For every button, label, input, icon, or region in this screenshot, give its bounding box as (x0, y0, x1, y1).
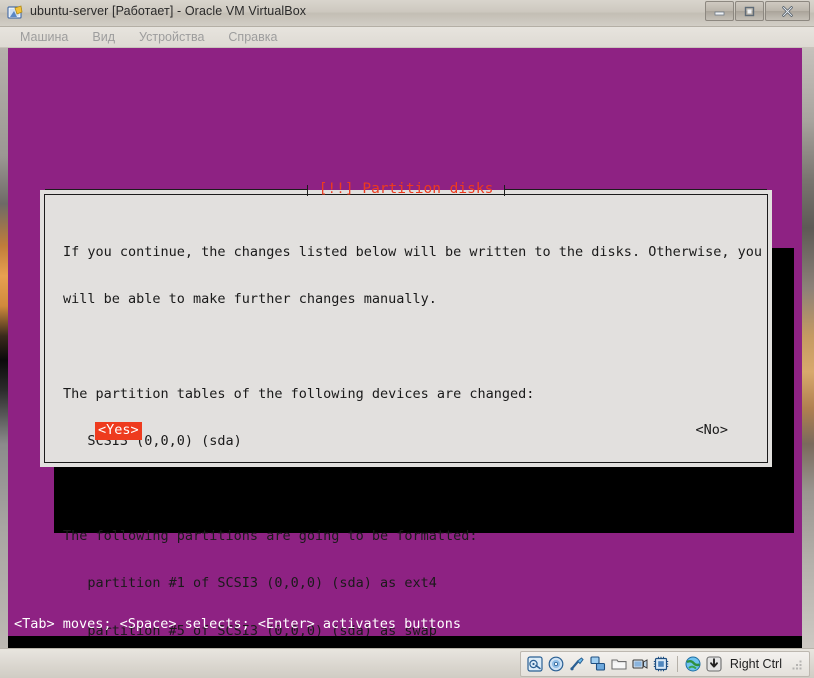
dialog-line: If you continue, the changes listed belo… (63, 243, 762, 260)
hard-disk-icon[interactable] (527, 656, 544, 673)
window-edge-right (802, 48, 814, 648)
dialog-button-row: <Yes> <No> (63, 422, 749, 440)
close-button[interactable] (765, 1, 810, 21)
dialog-inner-frame: [!!] Partition disks If you continue, th… (44, 182, 768, 639)
dialog-title: [!!] Partition disks (318, 180, 494, 197)
dialog-title-row: [!!] Partition disks (45, 180, 768, 197)
statusbar: Right Ctrl (0, 648, 814, 678)
menu-item-devices[interactable]: Устройства (127, 28, 216, 46)
partition-disks-dialog: [!!] Partition disks If you continue, th… (40, 182, 772, 639)
terminal-bottom-bar (8, 636, 802, 648)
menu-item-help[interactable]: Справка (216, 28, 289, 46)
dialog-blank-line (63, 339, 767, 355)
virtualbox-window: ubuntu-server [Работает] - Oracle VM Vir… (0, 0, 814, 678)
yes-button[interactable]: <Yes> (95, 422, 142, 440)
window-titlebar: ubuntu-server [Работает] - Oracle VM Vir… (0, 0, 814, 27)
statusbar-separator (676, 656, 678, 672)
window-controls (705, 1, 810, 21)
host-key-label: Right Ctrl (729, 657, 782, 671)
optical-disk-icon[interactable] (548, 656, 565, 673)
dialog-line: will be able to make further changes man… (63, 290, 437, 307)
window-edge-left (0, 48, 8, 648)
usb-icon[interactable] (569, 656, 586, 673)
dialog-line: partition #1 of SCSI3 (0,0,0) (sda) as e… (63, 575, 437, 592)
minimize-button[interactable] (705, 1, 734, 21)
cpu-icon[interactable] (653, 656, 670, 673)
display-icon[interactable] (632, 656, 649, 673)
dialog-line: The following partitions are going to be… (63, 527, 478, 544)
no-button[interactable]: <No> (692, 422, 731, 440)
shared-folders-icon[interactable] (611, 656, 628, 673)
window-title: ubuntu-server [Работает] - Oracle VM Vir… (30, 4, 307, 18)
maximize-button[interactable] (735, 1, 764, 21)
keyboard-help-line: <Tab> moves; <Space> selects; <Enter> ac… (14, 616, 462, 632)
vm-screen[interactable]: [!!] Partition disks If you continue, th… (8, 48, 802, 648)
title-rule-left (45, 184, 308, 196)
title-rule-right (504, 184, 768, 196)
network-icon[interactable] (590, 656, 607, 673)
resize-grip-icon[interactable] (791, 658, 803, 670)
remote-display-icon[interactable] (685, 656, 702, 673)
virtualbox-icon (7, 5, 24, 22)
menu-item-machine[interactable]: Машина (8, 28, 80, 46)
dialog-line: The partition tables of the following de… (63, 385, 535, 402)
vm-display-frame: [!!] Partition disks If you continue, th… (0, 48, 814, 648)
host-key-capture-icon[interactable] (706, 656, 723, 673)
menu-item-view[interactable]: Вид (80, 28, 127, 46)
dialog-blank-line (63, 482, 767, 498)
statusbar-indicators: Right Ctrl (519, 651, 810, 677)
menubar: Машина Вид Устройства Справка (0, 27, 814, 48)
